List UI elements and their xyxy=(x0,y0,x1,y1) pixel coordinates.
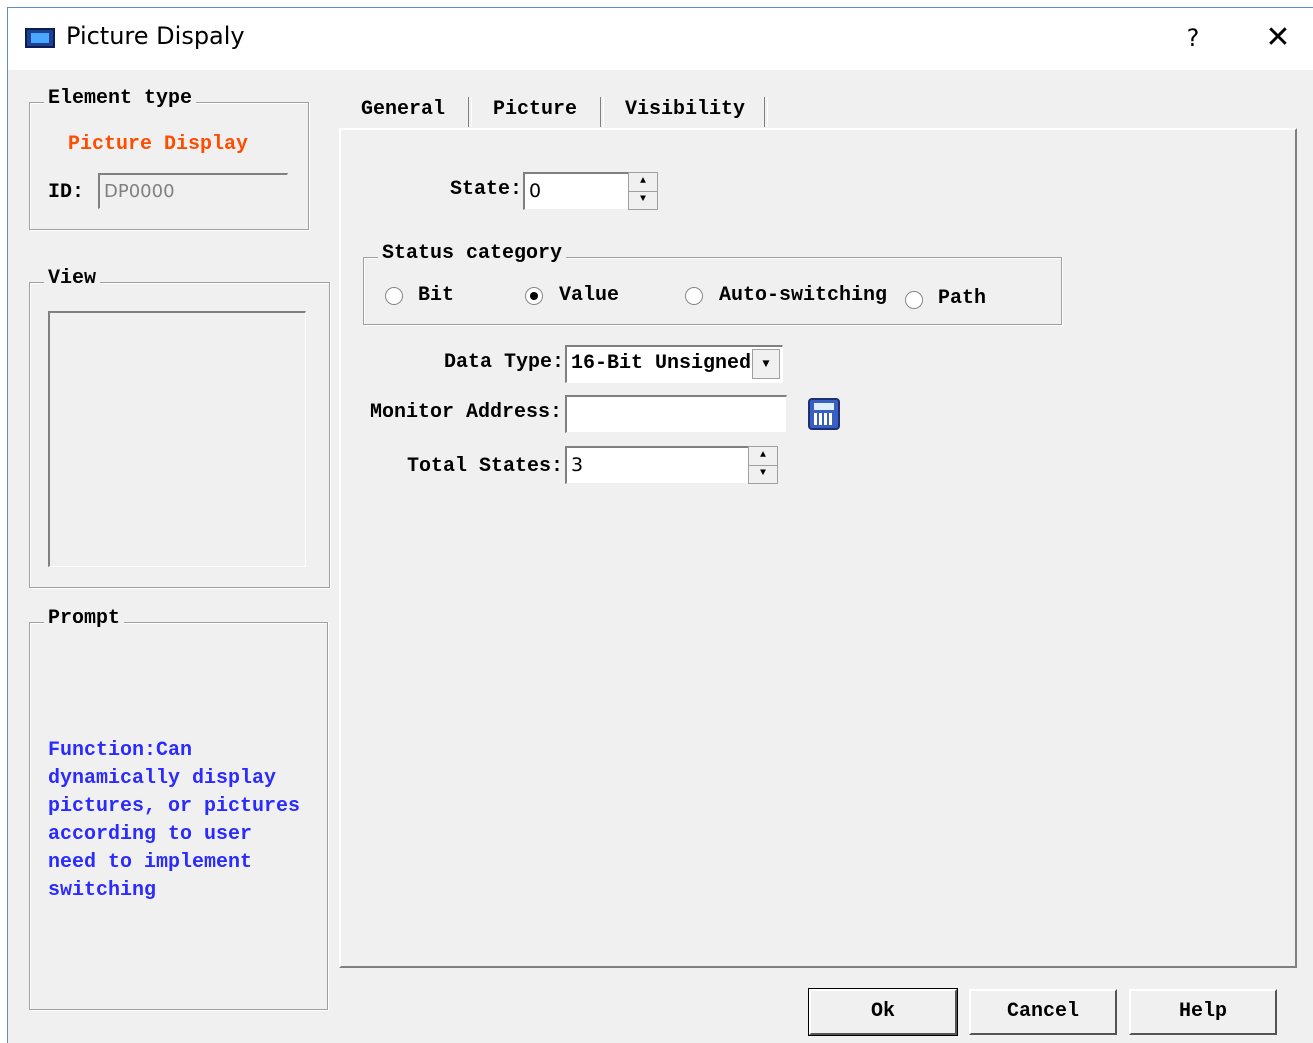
radio-auto-switching-label: Auto-switching xyxy=(719,284,888,307)
picture-display-dialog: Picture Dispaly ? ✕ Element type Picture… xyxy=(7,7,1313,1043)
total-states-label: Total States: xyxy=(407,455,564,478)
radio-path[interactable] xyxy=(905,291,923,309)
state-input[interactable]: 0 xyxy=(523,172,629,210)
prompt-line: dynamically display xyxy=(48,767,277,790)
tab-picture[interactable]: Picture xyxy=(493,91,577,129)
prompt-line: Function:Can xyxy=(48,739,193,762)
prompt-group-label: Prompt xyxy=(44,607,125,630)
view-group-label: View xyxy=(44,267,101,290)
radio-value-label: Value xyxy=(559,284,620,307)
state-label: State: xyxy=(450,178,523,201)
prompt-text: Function:Can dynamically display picture… xyxy=(48,737,318,905)
window-title: Picture Dispaly xyxy=(66,22,245,50)
spin-up-icon[interactable]: ▲ xyxy=(629,173,657,192)
view-group: View xyxy=(29,267,330,588)
element-type-group-label: Element type xyxy=(44,87,197,110)
data-type-value: 16-Bit Unsigned xyxy=(571,352,751,375)
state-spinner[interactable]: ▲ ▼ xyxy=(628,172,658,210)
close-icon[interactable]: ✕ xyxy=(1258,18,1298,58)
status-category-group: Status category Bit Value Auto-switching… xyxy=(363,242,1062,325)
radio-bit-label: Bit xyxy=(418,284,455,307)
total-states-spinner[interactable]: ▲ ▼ xyxy=(748,446,778,484)
monitor-address-input[interactable] xyxy=(565,395,787,433)
title-bar: Picture Dispaly ? ✕ xyxy=(8,8,1313,70)
data-type-label: Data Type: xyxy=(444,351,565,374)
tab-visibility[interactable]: Visibility xyxy=(625,91,745,129)
ok-button[interactable]: Ok xyxy=(808,988,958,1036)
spin-up-icon[interactable]: ▲ xyxy=(749,447,777,466)
calculator-icon[interactable] xyxy=(808,398,840,430)
hmi-icon xyxy=(25,28,55,48)
element-type-group: Element type Picture Display ID: DP0000 xyxy=(29,87,309,230)
view-preview xyxy=(48,311,306,567)
help-button[interactable]: Help xyxy=(1129,989,1277,1035)
radio-auto-switching[interactable] xyxy=(685,287,703,305)
radio-bit[interactable] xyxy=(385,287,403,305)
prompt-group: Prompt Function:Can dynamically display … xyxy=(29,607,328,1010)
prompt-line: pictures, or pictures xyxy=(48,795,301,818)
radio-path-label: Path xyxy=(938,287,987,310)
id-field: DP0000 xyxy=(98,173,288,209)
tab-general[interactable]: General xyxy=(361,91,445,129)
total-states-input[interactable]: 3 xyxy=(565,446,749,484)
chevron-down-icon[interactable]: ▼ xyxy=(752,349,780,379)
help-icon[interactable]: ? xyxy=(1173,18,1213,58)
element-type-name: Picture Display xyxy=(68,133,249,156)
prompt-line: according to user xyxy=(48,823,253,846)
id-label: ID: xyxy=(48,181,85,204)
monitor-address-label: Monitor Address: xyxy=(370,401,563,424)
status-category-label: Status category xyxy=(378,242,567,265)
data-type-select[interactable]: 16-Bit Unsigned ▼ xyxy=(565,345,783,383)
spin-down-icon[interactable]: ▼ xyxy=(749,465,777,483)
spin-down-icon[interactable]: ▼ xyxy=(629,191,657,209)
cancel-button[interactable]: Cancel xyxy=(969,989,1117,1035)
prompt-line: switching xyxy=(48,879,157,902)
radio-value[interactable] xyxy=(525,287,543,305)
prompt-line: need to implement xyxy=(48,851,253,874)
